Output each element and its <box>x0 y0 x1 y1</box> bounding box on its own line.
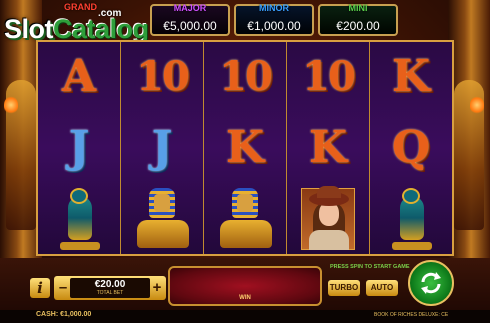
symbol-10: 10 <box>302 53 356 101</box>
jackpot-minor-name: MINOR <box>259 3 289 13</box>
reel-cell: Q <box>370 113 452 184</box>
jackpot-major-name: MAJOR <box>173 3 207 13</box>
jackpot-grand-name: GRAND <box>64 2 97 12</box>
jackpot-mini-value: €200.00 <box>336 19 380 33</box>
reel-cell: A <box>38 42 120 113</box>
bet-decrease-button[interactable]: – <box>56 278 70 298</box>
jackpot-mini-name: MINI <box>348 3 368 13</box>
win-label: WIN <box>239 295 251 301</box>
bet-increase-button[interactable]: + <box>150 278 164 298</box>
torch-flame-icon <box>470 96 484 114</box>
reel-cell: 10 <box>204 42 286 113</box>
win-display: WIN <box>168 266 322 306</box>
jackpot-major-value: €5,000.00 <box>163 19 217 33</box>
symbol-j: J <box>151 122 173 173</box>
symbol-10: 10 <box>219 53 273 101</box>
symbol-a: A <box>61 51 97 103</box>
reel-cell <box>370 183 452 254</box>
jackpot-minor: MINOR €1,000.00 <box>234 3 314 36</box>
symbol-q: Q <box>391 122 431 173</box>
reel-5: KQ <box>370 42 452 254</box>
reel-2: 10 J <box>121 42 204 254</box>
reel-grid: A J 10 J 10 K 10 K K Q <box>36 40 454 256</box>
auto-button[interactable]: AUTO <box>366 280 398 296</box>
reel-cell <box>121 183 203 254</box>
spin-arrows-icon <box>421 272 441 294</box>
reel-cell: K <box>287 113 369 184</box>
spin-button[interactable] <box>408 260 454 306</box>
jackpot-major: MAJOR €5,000.00 <box>150 3 230 36</box>
falcon-icon <box>50 186 108 252</box>
total-bet-value: €20.00 <box>94 279 126 290</box>
press-spin-hint: PRESS SPIN TO START GAME <box>330 264 410 270</box>
game-name: BOOK OF RICHES DELUXE: CE <box>374 312 449 318</box>
reel-cell: 10 <box>287 42 369 113</box>
reel-1: AJ <box>38 42 121 254</box>
reel-4: 10 K <box>287 42 370 254</box>
symbol-10: 10 <box>136 53 190 101</box>
reel-3: 10 K <box>204 42 287 254</box>
symbol-k: K <box>308 122 348 173</box>
symbol-j: J <box>68 122 90 173</box>
cash-balance: CASH: €1,000.00 <box>36 311 92 318</box>
symbol-k: K <box>225 122 265 173</box>
jackpot-minor-value: €1,000.00 <box>247 19 301 33</box>
reel-cell <box>38 183 120 254</box>
explorer-woman-icon <box>299 185 357 252</box>
torch-flame-icon <box>4 96 18 114</box>
footer-bar: CASH: €1,000.00 BOOK OF RICHES DELUXE: C… <box>0 310 490 323</box>
reel-cell <box>204 183 286 254</box>
bet-display: €20.00 TOTAL BET <box>70 278 150 298</box>
jackpot-grand: GRAND <box>64 2 124 36</box>
reel-cell: K <box>204 113 286 184</box>
reel-cell: J <box>121 113 203 184</box>
reel-cell: K <box>370 42 452 113</box>
reel-cell <box>287 183 369 254</box>
jackpot-bar: GRAND MAJOR €5,000.00 MINOR €1,000.00 MI… <box>64 2 398 38</box>
total-bet-label: TOTAL BET <box>96 290 124 296</box>
reel-cell: 10 <box>121 42 203 113</box>
jackpot-mini: MINI €200.00 <box>318 3 398 36</box>
game-stage: .com SlotCatalog GRAND MAJOR €5,000.00 M… <box>0 0 490 323</box>
sphinx-icon <box>216 186 274 252</box>
turbo-button[interactable]: TURBO <box>328 280 360 296</box>
reel-cell: J <box>38 113 120 184</box>
bet-selector: – €20.00 TOTAL BET + <box>54 276 166 300</box>
sphinx-icon <box>133 186 191 252</box>
symbol-k: K <box>391 51 431 103</box>
falcon-icon <box>382 186 440 252</box>
info-button[interactable]: i <box>30 278 50 298</box>
